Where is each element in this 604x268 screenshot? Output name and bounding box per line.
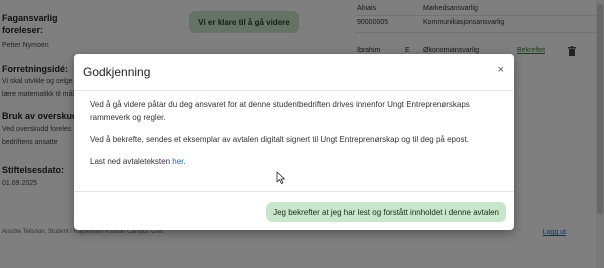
modal-header: Godkjenning ×: [74, 54, 514, 91]
approval-modal: Godkjenning × Ved å gå videre påtar du d…: [74, 54, 514, 230]
mouse-cursor-icon: [276, 171, 285, 184]
modal-footer: Jeg bekrefter at jeg har lest og forståt…: [74, 191, 514, 231]
confirmation-info-text: Ved å bekrefte, sendes et eksemplar av a…: [90, 135, 469, 144]
download-agreement-text: Last ned avtaleteksten: [90, 157, 173, 166]
modal-body: Ved å gå videre påtar du deg ansvaret fo…: [90, 98, 498, 177]
download-agreement-line: Last ned avtaleteksten her.: [90, 155, 498, 168]
responsibility-text: Ved å gå videre påtar du deg ansvaret fo…: [90, 100, 470, 122]
download-agreement-suffix: .: [183, 157, 186, 166]
modal-title: Godkjenning: [83, 65, 151, 79]
download-agreement-link[interactable]: her: [172, 157, 183, 166]
confirm-agreement-button[interactable]: Jeg bekrefter at jeg har lest og forståt…: [266, 202, 506, 222]
close-icon[interactable]: ×: [498, 64, 504, 76]
